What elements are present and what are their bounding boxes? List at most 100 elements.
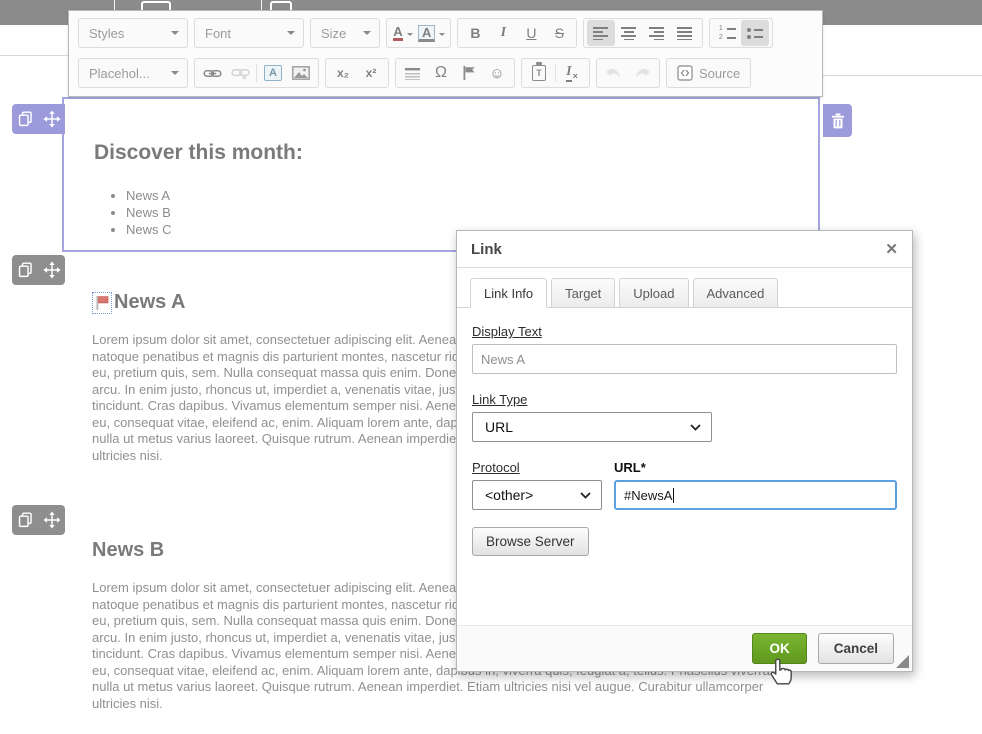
undo-arrow-icon: [605, 67, 623, 79]
align-left-icon: [593, 27, 609, 40]
link-type-select[interactable]: URL: [472, 412, 712, 442]
styles-combo[interactable]: Styles: [78, 18, 188, 48]
duplicate-block-icon[interactable]: [17, 511, 34, 529]
justify-button[interactable]: [671, 20, 699, 46]
selected-content-block[interactable]: Discover this month: News A News B News …: [62, 97, 820, 252]
block-handle-selected[interactable]: [12, 104, 65, 134]
unlink-button[interactable]: [226, 60, 254, 86]
list-item-news-c[interactable]: News C: [126, 221, 172, 238]
cancel-button[interactable]: Cancel: [818, 633, 894, 664]
image-icon: [292, 66, 310, 80]
unlink-icon: [231, 67, 250, 80]
redo-button[interactable]: [628, 60, 656, 86]
chevron-down-icon: [171, 71, 179, 79]
font-combo[interactable]: Font: [194, 18, 304, 48]
tab-target[interactable]: Target: [551, 278, 615, 308]
align-right-icon: [649, 27, 665, 40]
list-item-news-a[interactable]: News A: [126, 187, 172, 204]
protocol-url-row: Protocol <other> URL* #NewsA: [472, 460, 897, 510]
move-block-icon[interactable]: [43, 511, 61, 529]
align-left-button[interactable]: [587, 20, 615, 46]
paste-clipboard-icon: T: [532, 65, 546, 81]
source-button[interactable]: Source: [666, 58, 751, 88]
background-color-button[interactable]: A: [418, 20, 447, 46]
superscript-button[interactable]: x²: [357, 60, 385, 86]
flag-anchor-icon: [462, 65, 476, 81]
undo-button[interactable]: [600, 60, 628, 86]
chevron-down-icon: [363, 31, 371, 39]
text-caret: [673, 488, 674, 503]
special-char-button[interactable]: Ω: [427, 60, 455, 86]
toolbar-row-2: Placehol...: [78, 58, 822, 95]
chevron-down-icon: [407, 33, 413, 39]
justify-icon: [677, 27, 693, 40]
protocol-label: Protocol: [472, 460, 602, 475]
block-handle-news-b[interactable]: [12, 505, 65, 535]
anchor-placeholder[interactable]: [92, 292, 112, 314]
duplicate-block-icon[interactable]: [17, 261, 34, 279]
dialog-body: Display Text News A Link Type URL Protoc…: [457, 308, 912, 556]
subscript-button[interactable]: x₂: [329, 60, 357, 86]
numbered-list-button[interactable]: 1 2: [713, 20, 741, 46]
smiley-button[interactable]: ☺: [483, 60, 511, 86]
url-input[interactable]: #NewsA: [614, 480, 897, 510]
horizontal-rule-button[interactable]: [399, 60, 427, 86]
hand-cursor-icon: [768, 657, 794, 692]
align-center-button[interactable]: [615, 20, 643, 46]
link-group: A: [194, 58, 319, 88]
move-block-icon[interactable]: [43, 110, 61, 128]
dialog-resize-grip[interactable]: [896, 655, 909, 668]
text-color-button[interactable]: A: [390, 20, 418, 46]
strikethrough-button[interactable]: S: [545, 20, 573, 46]
basic-styles-group: B I U S: [457, 18, 577, 48]
color-group: A A: [386, 18, 451, 48]
link-icon: [203, 68, 222, 79]
smiley-icon: ☺: [489, 65, 504, 82]
link-button[interactable]: [198, 60, 226, 86]
section-title: News A: [114, 291, 186, 314]
remove-format-button[interactable]: I ×: [558, 60, 586, 86]
insert-image-button[interactable]: [287, 60, 315, 86]
duplicate-block-icon[interactable]: [17, 110, 34, 128]
bullet-list-icon: [747, 28, 763, 39]
placeholder-combo-label: Placehol...: [89, 66, 150, 81]
chevron-down-icon: [690, 424, 701, 431]
tab-upload[interactable]: Upload: [619, 278, 688, 308]
bold-button[interactable]: B: [461, 20, 489, 46]
align-right-button[interactable]: [643, 20, 671, 46]
alignment-group: [583, 18, 703, 48]
italic-button[interactable]: I: [489, 20, 517, 46]
red-flag-anchor-icon: [95, 295, 109, 311]
styles-combo-label: Styles: [89, 26, 124, 41]
list-item-news-b[interactable]: News B: [126, 204, 172, 221]
close-icon[interactable]: ✕: [885, 240, 898, 258]
underline-button[interactable]: U: [517, 20, 545, 46]
display-text-label: Display Text: [472, 324, 897, 339]
placeholder-combo[interactable]: Placehol...: [78, 58, 188, 88]
delete-block-button[interactable]: [823, 104, 852, 137]
chevron-down-icon: [171, 31, 179, 39]
tab-link-info[interactable]: Link Info: [470, 278, 547, 308]
anchor-button[interactable]: [455, 60, 483, 86]
browse-server-button[interactable]: Browse Server: [472, 527, 589, 556]
undo-group: [596, 58, 660, 88]
block-handle-news-a[interactable]: [12, 255, 65, 285]
display-text-input[interactable]: News A: [472, 344, 897, 374]
panel-edge-line: [0, 55, 68, 56]
superscript-icon: x²: [366, 66, 377, 80]
move-block-icon[interactable]: [43, 261, 61, 279]
tab-advanced[interactable]: Advanced: [693, 278, 779, 308]
protocol-select[interactable]: <other>: [472, 480, 602, 510]
dialog-tab-strip: Link Info Target Upload Advanced: [457, 268, 912, 308]
dialog-title-bar[interactable]: Link ✕: [457, 231, 912, 268]
numbered-list-icon: 1 2: [719, 26, 736, 41]
paste-text-button[interactable]: T: [525, 60, 553, 86]
bullet-list-button[interactable]: [741, 20, 769, 46]
align-center-icon: [621, 27, 637, 40]
remove-format-icon: I: [566, 64, 571, 82]
size-combo[interactable]: Size: [310, 18, 380, 48]
panel-edge-line: [823, 75, 982, 76]
link-dialog: Link ✕ Link Info Target Upload Advanced …: [456, 230, 913, 672]
styled-text-button[interactable]: A: [259, 60, 287, 86]
background-color-icon: A: [418, 25, 435, 42]
